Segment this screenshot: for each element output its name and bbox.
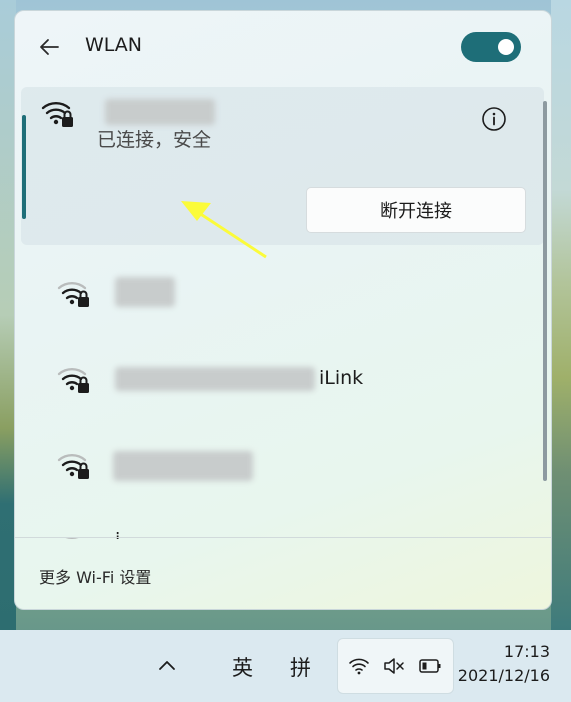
back-arrow-icon — [40, 39, 59, 55]
more-wifi-settings-link[interactable]: 更多 Wi-Fi 设置 — [39, 564, 151, 588]
show-hidden-icons-button[interactable] — [155, 654, 179, 678]
flyout-title: WLAN — [85, 34, 143, 56]
list-scrollbar[interactable] — [543, 101, 547, 481]
wifi-secured-icon — [41, 102, 73, 127]
connected-network[interactable]: 已连接，安全 断开连接 — [21, 87, 544, 259]
wifi-secured-icon — [57, 368, 89, 393]
battery-icon — [419, 659, 441, 673]
toggle-knob — [498, 39, 514, 55]
back-button[interactable] — [35, 33, 63, 61]
volume-muted-icon — [384, 658, 404, 674]
wallpaper-right — [551, 0, 571, 630]
info-icon — [482, 107, 506, 131]
network-item[interactable]: i — [21, 509, 544, 539]
chevron-up-icon — [159, 661, 175, 670]
connection-status: 已连接，安全 — [97, 129, 212, 151]
selection-accent-bar — [22, 115, 26, 219]
taskbar: 英 拼 17:13 2021/12/16 — [0, 630, 571, 702]
wlan-flyout: WLAN 已连接，安全 断开连接 iLink 更多 Wi-Fi 设置 — [14, 10, 552, 610]
ime-input-button[interactable]: 拼 — [290, 652, 311, 682]
network-item[interactable] — [21, 423, 544, 509]
network-list: 已连接，安全 断开连接 iLink — [21, 87, 549, 539]
quick-settings-tray[interactable] — [337, 638, 454, 694]
flyout-header: WLAN — [15, 11, 551, 83]
wifi-secured-icon — [57, 282, 89, 307]
wifi-toggle[interactable] — [461, 32, 521, 62]
network-item[interactable]: iLink — [21, 337, 544, 423]
clock-date[interactable]: 2021/12/16 — [455, 666, 550, 685]
clock-time[interactable]: 17:13 — [470, 642, 550, 661]
network-name-redacted — [115, 277, 175, 307]
network-item[interactable] — [21, 251, 544, 337]
wifi-secured-icon — [57, 454, 89, 479]
network-name-redacted — [115, 367, 315, 391]
disconnect-button[interactable]: 断开连接 — [306, 187, 526, 233]
annotation-arrow — [181, 201, 267, 259]
network-name-redacted — [105, 99, 215, 125]
network-name-redacted — [113, 451, 253, 481]
network-name: iLink — [319, 367, 364, 389]
flyout-footer: 更多 Wi-Fi 设置 — [15, 537, 551, 609]
network-properties-button[interactable] — [480, 105, 508, 133]
wifi-icon — [349, 658, 369, 675]
ime-mode-button[interactable]: 英 — [232, 652, 253, 682]
